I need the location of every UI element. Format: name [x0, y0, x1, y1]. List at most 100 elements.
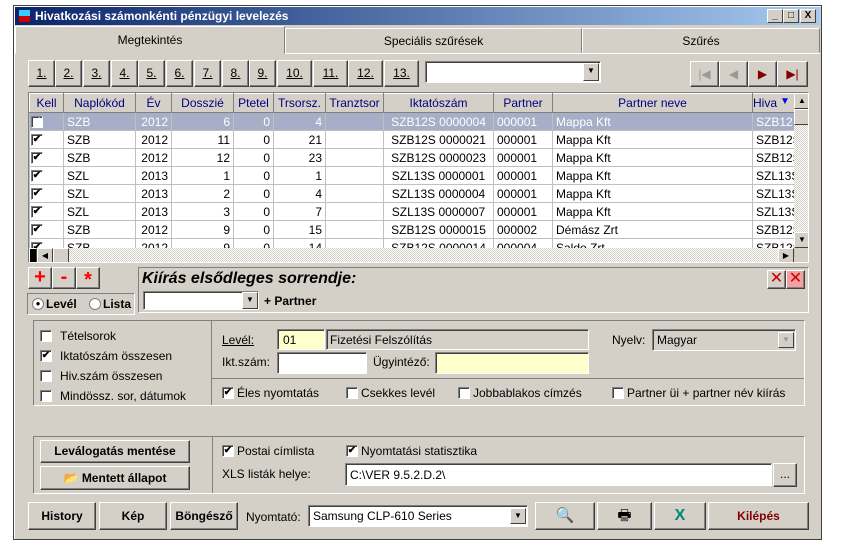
cell-ev[interactable]: 2013: [135, 184, 172, 203]
minimize-button[interactable]: _: [767, 9, 783, 23]
cell-dossz[interactable]: 1: [171, 166, 234, 185]
cell-nev[interactable]: Mappa Kft: [552, 130, 753, 149]
horizontal-scrollbar[interactable]: ◀ ▶: [29, 248, 794, 262]
excel-icon[interactable]: X: [654, 502, 706, 530]
save-selection-button[interactable]: Leválogatás mentése: [40, 440, 190, 463]
cell-trsorsz[interactable]: 4: [273, 184, 326, 203]
column-header[interactable]: Naplókód: [63, 93, 136, 113]
cell-partner[interactable]: 000001: [493, 202, 553, 221]
language-select[interactable]: Magyar ▼: [652, 329, 796, 351]
history-button[interactable]: History: [28, 502, 96, 530]
cell-nev[interactable]: Mappa Kft: [552, 148, 753, 167]
cell-tranz[interactable]: [325, 148, 384, 167]
column-header[interactable]: Tranztsor: [325, 93, 384, 113]
browse-button[interactable]: ...: [773, 463, 797, 487]
cell-trsorsz[interactable]: 15: [273, 220, 326, 239]
cell-ikt[interactable]: SZL13S 0000001: [383, 166, 494, 185]
cell-hiva[interactable]: SZB12S: [752, 130, 795, 149]
vertical-scrollbar[interactable]: ▲ ▼: [794, 93, 808, 248]
printer-icon[interactable]: 🖶: [597, 502, 652, 530]
number-button-13[interactable]: 13.: [384, 60, 419, 87]
print-option-checkbox[interactable]: [458, 387, 470, 399]
cell-tranz[interactable]: [325, 184, 384, 203]
cell-tranz[interactable]: [325, 202, 384, 221]
maximize-button[interactable]: □: [783, 9, 799, 23]
number-button-9[interactable]: 9.: [249, 60, 276, 87]
tab-megtekintes[interactable]: Megtekintés: [15, 26, 285, 54]
cell-naplo[interactable]: SZB: [63, 112, 136, 131]
option-checkbox[interactable]: [40, 330, 52, 342]
number-button-11[interactable]: 11.: [313, 60, 348, 87]
cell-ptetel[interactable]: 0: [233, 166, 274, 185]
cell-dossz[interactable]: 11: [171, 130, 234, 149]
kell-checkbox-cell[interactable]: ✔: [29, 184, 64, 203]
cell-ev[interactable]: 2013: [135, 166, 172, 185]
cell-ev[interactable]: 2012: [135, 112, 172, 131]
cell-hiva[interactable]: SZL13S: [752, 166, 795, 185]
cell-partner[interactable]: 000001: [493, 130, 553, 149]
tab-specialis-szuresek[interactable]: Speciális szűrések: [285, 28, 582, 53]
cell-ev[interactable]: 2012: [135, 130, 172, 149]
sort-combo[interactable]: ▼: [143, 291, 259, 310]
kell-checkbox[interactable]: ✔: [31, 134, 43, 147]
table-row[interactable]: ✔ SZL 2013 2 0 4 SZL13S 0000004 000001 Mappa Kft…: [29, 184, 795, 203]
kell-checkbox-cell[interactable]: ✔: [29, 130, 64, 149]
number-button-4[interactable]: 4.: [111, 60, 138, 87]
remove-button[interactable]: -: [52, 267, 76, 289]
scroll-up-button[interactable]: ▲: [794, 93, 808, 109]
cell-ikt[interactable]: SZB12S 0000023: [383, 148, 494, 167]
kep-button[interactable]: Kép: [99, 502, 167, 530]
ikt-input[interactable]: [277, 352, 367, 374]
cell-ev[interactable]: 2012: [135, 148, 172, 167]
cell-ikt[interactable]: SZB12S 0000004: [383, 112, 494, 131]
print-option-checkbox[interactable]: [612, 387, 624, 399]
number-button-8[interactable]: 8.: [222, 60, 249, 87]
xls-path-input[interactable]: C:\VER 9.5.2.D.2\: [345, 463, 772, 486]
cell-hiva[interactable]: SZB12S: [752, 148, 795, 167]
nav-prev-button[interactable]: ◀: [719, 61, 748, 87]
cell-naplo[interactable]: SZL: [63, 202, 136, 221]
cell-dossz[interactable]: 12: [171, 148, 234, 167]
clear-all-sort-icon[interactable]: ✕: [786, 270, 805, 289]
cell-ptetel[interactable]: 0: [233, 202, 274, 221]
cell-naplo[interactable]: SZB: [63, 148, 136, 167]
cell-trsorsz[interactable]: 4: [273, 112, 326, 131]
cell-trsorsz[interactable]: 1: [273, 166, 326, 185]
nav-last-button[interactable]: ▶|: [777, 61, 808, 87]
column-header[interactable]: Év: [135, 93, 172, 113]
column-header[interactable]: Kell: [29, 93, 64, 113]
cell-nev[interactable]: Mappa Kft: [552, 166, 753, 185]
cell-dossz[interactable]: 6: [171, 112, 234, 131]
cell-dossz[interactable]: 3: [171, 202, 234, 221]
table-row[interactable]: ✔ SZL 2013 1 0 1 SZL13S 0000001 000001 Mappa Kft…: [29, 166, 795, 185]
scroll-down-button[interactable]: ▼: [794, 232, 808, 248]
cell-naplo[interactable]: SZB: [63, 220, 136, 239]
cell-partner[interactable]: 000001: [493, 166, 553, 185]
number-button-5[interactable]: 5.: [138, 60, 165, 87]
table-row[interactable]: ✔ SZB 2012 9 0 15 SZB12S 0000015 000002 Démász Z…: [29, 220, 795, 239]
column-header[interactable]: Iktatószám: [383, 93, 494, 113]
chevron-down-icon[interactable]: ▼: [242, 292, 258, 309]
cell-naplo[interactable]: SZB: [63, 130, 136, 149]
number-button-1[interactable]: 1.: [28, 60, 55, 87]
number-button-7[interactable]: 7.: [194, 60, 221, 87]
radio-lista[interactable]: [89, 298, 101, 310]
tab-szures[interactable]: Szűrés: [582, 28, 820, 53]
cell-dossz[interactable]: 9: [171, 220, 234, 239]
print-preview-icon[interactable]: 🔍: [535, 502, 595, 530]
column-header[interactable]: Partner neve: [552, 93, 753, 113]
nav-first-button[interactable]: |◀: [690, 61, 719, 87]
cell-nev[interactable]: Mappa Kft: [552, 112, 753, 131]
ugyintezo-input[interactable]: [435, 352, 589, 374]
column-header[interactable]: Dosszié: [171, 93, 234, 113]
kell-checkbox[interactable]: ✔: [31, 188, 43, 201]
column-header[interactable]: Trsorsz.: [273, 93, 326, 113]
cell-ikt[interactable]: SZL13S 0000007: [383, 202, 494, 221]
table-row[interactable]: ✔ SZB 2012 12 0 23 SZB12S 0000023 000001 Mappa K…: [29, 148, 795, 167]
add-button[interactable]: +: [28, 267, 52, 289]
cell-ptetel[interactable]: 0: [233, 148, 274, 167]
column-header[interactable]: Partner: [493, 93, 553, 113]
scroll-thumb[interactable]: [794, 109, 808, 125]
number-button-6[interactable]: 6.: [166, 60, 193, 87]
bongeszo-button[interactable]: Böngésző: [170, 502, 238, 530]
